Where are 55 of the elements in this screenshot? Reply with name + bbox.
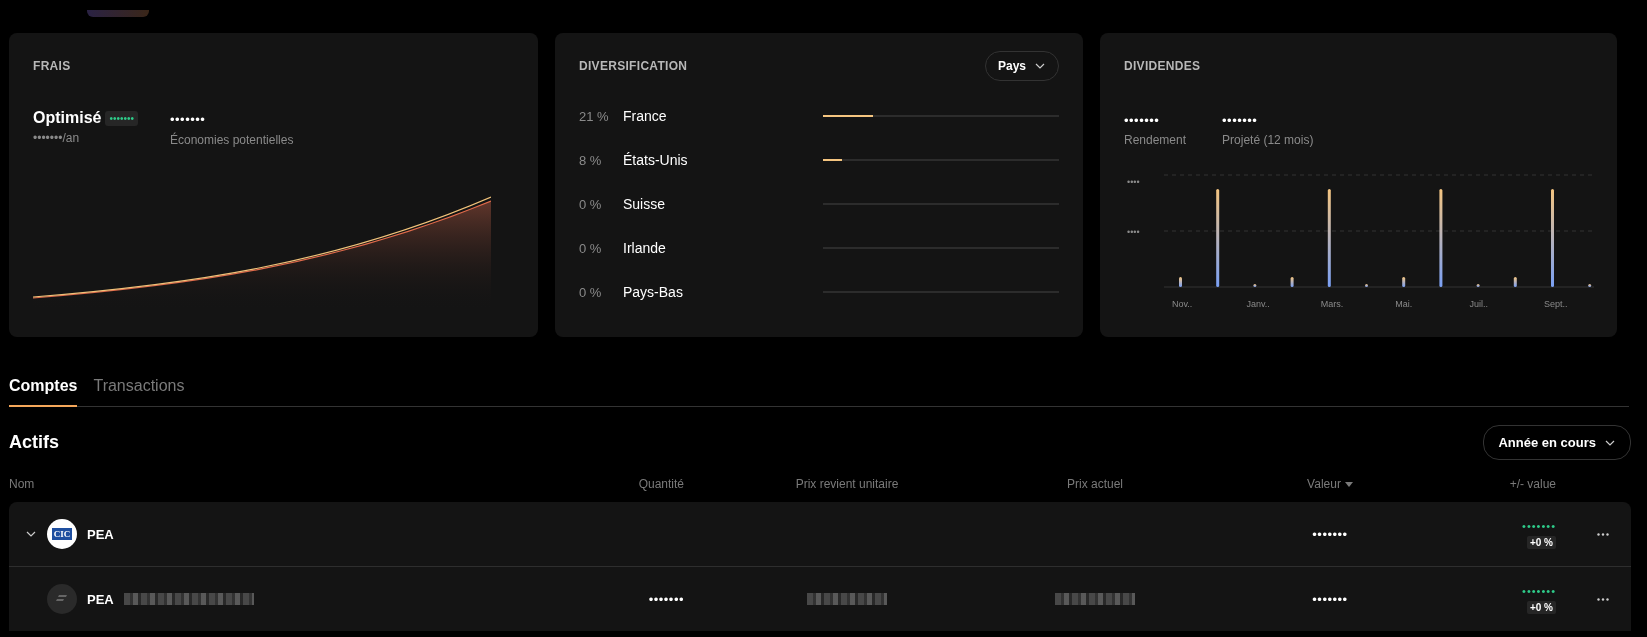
gain-percent: +0 % bbox=[1526, 535, 1556, 549]
card-title: DIVERSIFICATION bbox=[579, 59, 688, 73]
fee-badge: ••••••• bbox=[105, 110, 138, 126]
gradient-pill bbox=[87, 10, 149, 17]
x-axis-label: Nov.. bbox=[1172, 299, 1193, 309]
savings-label: Économies potentielles bbox=[170, 133, 294, 147]
section-title: Actifs bbox=[9, 432, 59, 453]
column-header: Prix actuel bbox=[1066, 477, 1124, 491]
quantity-value: ••••••• bbox=[648, 591, 684, 607]
gain-percent: +0 % bbox=[1526, 600, 1556, 614]
dividend-stat-label: Projeté (12 mois) bbox=[1222, 133, 1314, 147]
card-title: DIVIDENDES bbox=[1124, 59, 1202, 73]
tab[interactable]: Comptes bbox=[9, 377, 78, 407]
card-title: FRAIS bbox=[33, 59, 72, 73]
column-header: Prix revient unitaire bbox=[794, 477, 900, 491]
country-name: Suisse bbox=[623, 196, 667, 212]
country-percent: 21 % bbox=[579, 108, 610, 124]
value-amount: ••••••• bbox=[1312, 591, 1348, 607]
gain-amount: ••••••• bbox=[1522, 519, 1556, 532]
account-name: PEA bbox=[87, 526, 114, 542]
country-name: Irlande bbox=[623, 240, 667, 256]
fee-status: Optimisé bbox=[33, 109, 102, 127]
column-header: Nom bbox=[9, 477, 36, 491]
x-axis-label: Janv.. bbox=[1246, 299, 1270, 309]
sort-down-icon bbox=[1344, 481, 1353, 487]
y-axis-label: •••• bbox=[1127, 177, 1140, 187]
account-name: PEA bbox=[87, 591, 114, 607]
tab[interactable]: Transactions bbox=[93, 377, 185, 407]
value-amount: ••••••• bbox=[1312, 526, 1348, 542]
fee-per-year: •••••••/an bbox=[33, 131, 81, 145]
country-percent: 0 % bbox=[579, 240, 603, 256]
x-axis-label: Mai. bbox=[1395, 299, 1413, 309]
x-axis-label: Sept.. bbox=[1544, 299, 1568, 309]
x-axis-label: Juil.. bbox=[1469, 299, 1489, 309]
column-header: Quantité bbox=[637, 477, 684, 491]
country-percent: 0 % bbox=[579, 196, 603, 212]
dividend-stat-label: Rendement bbox=[1124, 133, 1187, 147]
period-dropdown[interactable]: Année en cours bbox=[1483, 425, 1631, 460]
dividend-stat-value: ••••••• bbox=[1222, 113, 1259, 128]
dividend-stat-value: ••••••• bbox=[1124, 113, 1161, 128]
bank-logo: CIC bbox=[47, 519, 77, 549]
country-name: France bbox=[623, 108, 668, 124]
column-header[interactable]: Valeur bbox=[1180, 477, 1480, 491]
more-options-button[interactable] bbox=[1597, 597, 1609, 601]
country-percent: 8 % bbox=[579, 152, 603, 168]
savings-value: ••••••• bbox=[170, 112, 207, 127]
country-name: Pays-Bas bbox=[623, 284, 684, 300]
x-axis-label: Mars. bbox=[1320, 299, 1344, 309]
country-percent: 0 % bbox=[579, 284, 603, 300]
gain-amount: ••••••• bbox=[1522, 584, 1556, 597]
country-name: États-Unis bbox=[623, 152, 689, 168]
fund-avatar-icon bbox=[47, 584, 77, 614]
y-axis-label: •••• bbox=[1127, 227, 1140, 237]
more-options-button[interactable] bbox=[1597, 532, 1609, 536]
column-header: +/- value bbox=[1508, 477, 1556, 491]
